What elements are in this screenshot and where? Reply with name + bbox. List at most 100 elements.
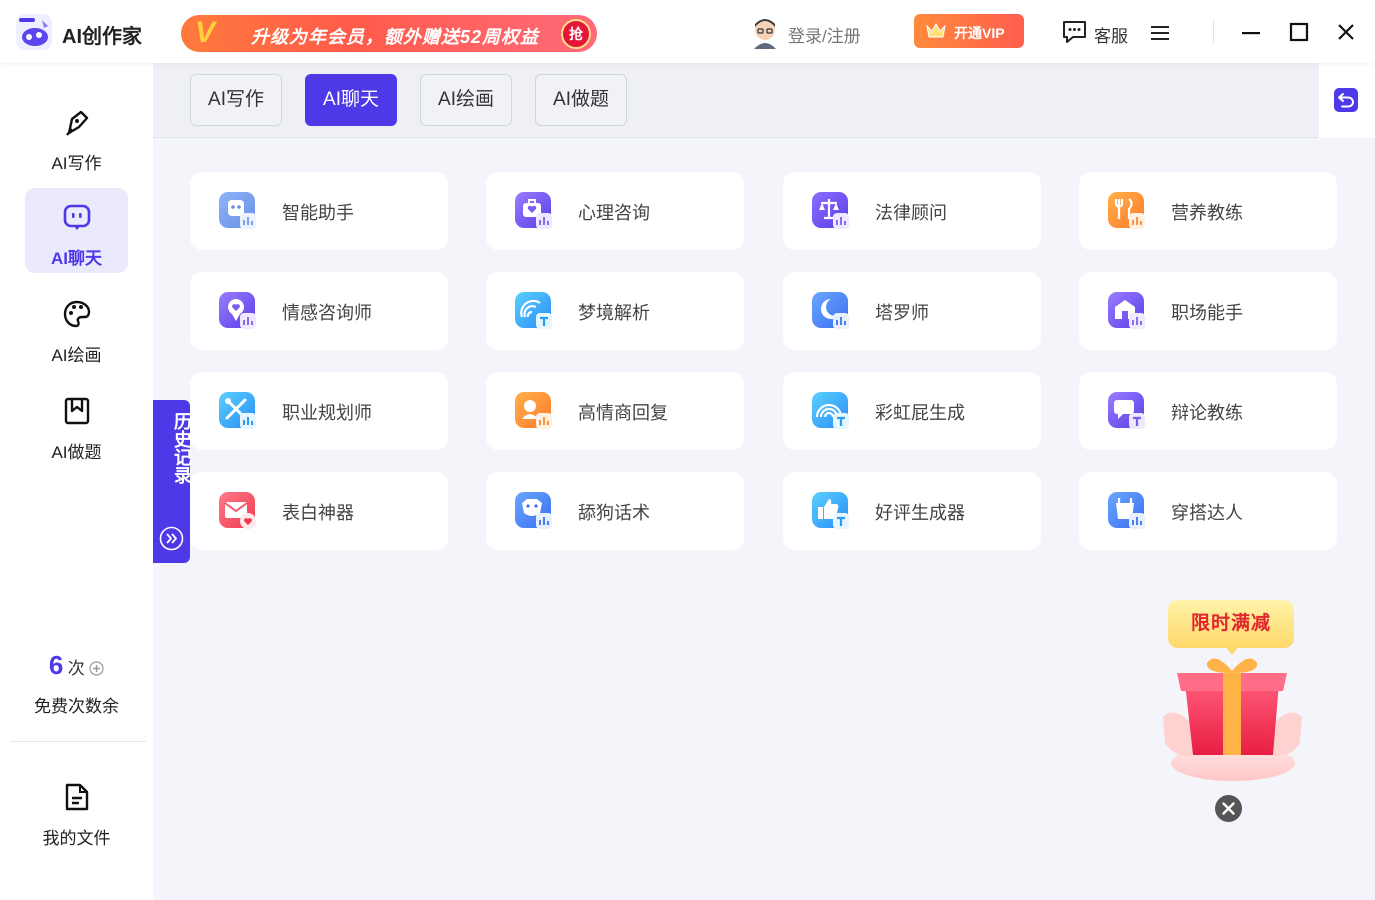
promo-v-mark: V bbox=[195, 16, 216, 49]
card-workplace-expert[interactable]: 职场能手 bbox=[1079, 272, 1337, 350]
card-label: 营养教练 bbox=[1171, 203, 1243, 223]
menu-icon[interactable] bbox=[1150, 24, 1170, 42]
card-psychological-counseling[interactable]: 心理咨询 bbox=[486, 172, 744, 250]
pen-icon bbox=[66, 110, 89, 136]
card-label: 表白神器 bbox=[282, 503, 354, 523]
wifi-text-icon bbox=[515, 292, 552, 329]
login-register-link[interactable]: 登录/注册 bbox=[788, 22, 861, 47]
card-label: 高情商回复 bbox=[578, 403, 668, 423]
tab-ai-chat[interactable]: AI聊天 bbox=[305, 74, 397, 126]
card-label: 智能助手 bbox=[282, 203, 354, 223]
card-label: 职场能手 bbox=[1171, 303, 1243, 323]
free-count-unit: 次 bbox=[67, 659, 85, 678]
title-bar: AI创作家 V 升级为年会员，额外赠送52周权益 抢 登录/注册 开通VIP 客… bbox=[0, 0, 1375, 63]
category-tab-bar: AI写作 AI聊天 AI绘画 AI做题 bbox=[153, 63, 1319, 138]
sidebar-item-my-files[interactable]: 我的文件 bbox=[25, 768, 128, 853]
bookmark-icon bbox=[64, 397, 90, 425]
dog-icon bbox=[515, 492, 552, 529]
card-simp-talk[interactable]: 舔狗话术 bbox=[486, 472, 744, 550]
sidebar-item-label: AI聊天 bbox=[51, 249, 102, 268]
sidebar-item-label: AI做题 bbox=[51, 443, 102, 462]
sidebar-item-label: 我的文件 bbox=[42, 829, 111, 848]
tab-ai-painting[interactable]: AI绘画 bbox=[420, 74, 512, 126]
assistant-icon bbox=[219, 192, 256, 229]
crown-icon bbox=[926, 22, 946, 38]
app-title: AI创作家 bbox=[62, 26, 142, 48]
app-logo-icon bbox=[16, 14, 52, 50]
free-count: 6 次 bbox=[0, 650, 153, 681]
heart-bag-icon bbox=[515, 192, 552, 229]
sidebar-item-label: AI写作 bbox=[51, 154, 102, 173]
heart-pin-icon bbox=[219, 292, 256, 329]
card-career-planner[interactable]: 职业规划师 bbox=[190, 372, 448, 450]
gift-close-icon[interactable] bbox=[1214, 794, 1243, 823]
membership-promo-banner[interactable]: V 升级为年会员，额外赠送52周权益 抢 bbox=[181, 15, 597, 52]
card-label: 塔罗师 bbox=[875, 303, 929, 323]
window-controls-divider bbox=[1213, 19, 1214, 43]
card-label: 情感咨询师 bbox=[282, 303, 372, 323]
back-icon[interactable] bbox=[1334, 88, 1358, 112]
card-label: 职业规划师 bbox=[282, 403, 372, 423]
vip-label: 开通VIP bbox=[954, 25, 1005, 41]
love-letter-icon bbox=[219, 492, 256, 529]
history-label: 历史记录 bbox=[172, 412, 192, 484]
add-count-icon[interactable] bbox=[89, 661, 104, 676]
limited-offer-gift-popup[interactable]: 限时满减 bbox=[1155, 600, 1310, 790]
maximize-icon[interactable] bbox=[1289, 22, 1309, 42]
customer-service-icon[interactable] bbox=[1061, 19, 1088, 44]
card-flattery-generator[interactable]: 彩虹屁生成 bbox=[783, 372, 1041, 450]
cutlery-icon bbox=[1108, 192, 1145, 229]
card-nutrition-coach[interactable]: 营养教练 bbox=[1079, 172, 1337, 250]
customer-service-link[interactable]: 客服 bbox=[1094, 22, 1128, 47]
tools-icon bbox=[219, 392, 256, 429]
sidebar-item-ai-homework[interactable]: AI做题 bbox=[25, 382, 128, 467]
sidebar: AI写作 AI聊天 AI绘画 AI做题 6 次 免费次数余 我的文件 bbox=[0, 63, 153, 900]
promo-text: 升级为年会员，额外赠送52周权益 bbox=[251, 27, 540, 47]
card-label: 梦境解析 bbox=[578, 303, 650, 323]
close-icon[interactable] bbox=[1336, 22, 1356, 42]
card-debate-coach[interactable]: 辩论教练 bbox=[1079, 372, 1337, 450]
card-smart-assistant[interactable]: 智能助手 bbox=[190, 172, 448, 250]
card-label: 舔狗话术 bbox=[578, 503, 650, 523]
card-emotional-counselor[interactable]: 情感咨询师 bbox=[190, 272, 448, 350]
promo-grab-badge: 抢 bbox=[561, 19, 591, 49]
tab-ai-writing[interactable]: AI写作 bbox=[190, 74, 282, 126]
moon-star-icon bbox=[812, 292, 849, 329]
card-label: 穿搭达人 bbox=[1171, 503, 1243, 523]
back-area bbox=[1319, 63, 1375, 138]
gift-box-icon bbox=[1163, 658, 1302, 781]
shirt-icon bbox=[1108, 492, 1145, 529]
card-outfit-expert[interactable]: 穿搭达人 bbox=[1079, 472, 1337, 550]
card-legal-advisor[interactable]: 法律顾问 bbox=[783, 172, 1041, 250]
sidebar-item-ai-painting[interactable]: AI绘画 bbox=[25, 285, 128, 370]
card-tarot-reader[interactable]: 塔罗师 bbox=[783, 272, 1041, 350]
building-icon bbox=[1108, 292, 1145, 329]
double-chevron-right-icon bbox=[159, 526, 184, 551]
history-tab[interactable]: 历史记录 bbox=[153, 400, 192, 563]
user-avatar-icon[interactable] bbox=[751, 17, 779, 49]
card-label: 辩论教练 bbox=[1171, 403, 1243, 423]
sidebar-divider bbox=[10, 741, 146, 742]
sidebar-item-ai-chat[interactable]: AI聊天 bbox=[25, 188, 128, 273]
sidebar-item-ai-writing[interactable]: AI写作 bbox=[25, 93, 128, 178]
palette-icon bbox=[63, 300, 91, 328]
sidebar-item-label: AI绘画 bbox=[51, 346, 102, 365]
card-confession-tool[interactable]: 表白神器 bbox=[190, 472, 448, 550]
minimize-icon[interactable] bbox=[1241, 22, 1261, 42]
card-high-eq-reply[interactable]: 高情商回复 bbox=[486, 372, 744, 450]
file-icon bbox=[65, 783, 89, 811]
card-label: 彩虹屁生成 bbox=[875, 403, 965, 423]
thumbs-up-icon bbox=[812, 492, 849, 529]
chat-icon bbox=[63, 204, 91, 230]
debate-chat-icon bbox=[1108, 392, 1145, 429]
scale-icon bbox=[812, 192, 849, 229]
card-review-generator[interactable]: 好评生成器 bbox=[783, 472, 1041, 550]
open-vip-button[interactable]: 开通VIP bbox=[914, 14, 1024, 48]
sun-person-icon bbox=[515, 392, 552, 429]
card-label: 心理咨询 bbox=[578, 203, 650, 223]
card-dream-interpretation[interactable]: 梦境解析 bbox=[486, 272, 744, 350]
card-label: 法律顾问 bbox=[875, 203, 947, 223]
limited-offer-tag: 限时满减 bbox=[1168, 600, 1294, 648]
card-label: 好评生成器 bbox=[875, 503, 965, 523]
tab-ai-homework[interactable]: AI做题 bbox=[535, 74, 627, 126]
